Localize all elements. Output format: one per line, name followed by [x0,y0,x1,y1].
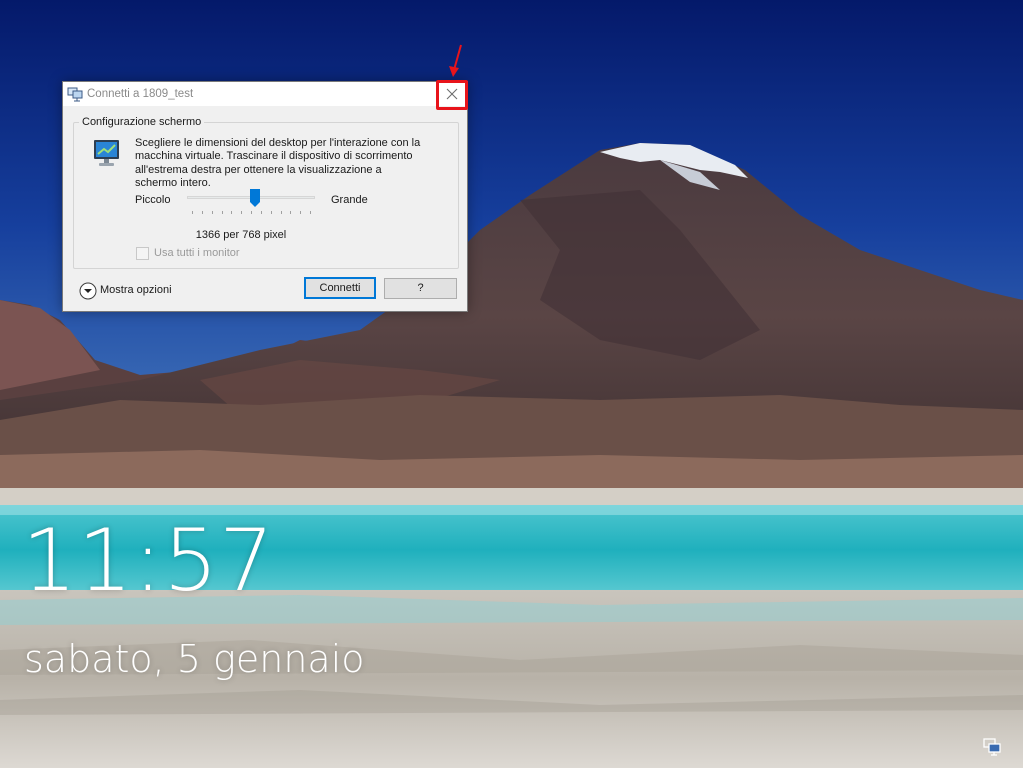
connect-dialog: Connetti a 1809_test Configurazione sche… [62,81,468,312]
use-all-monitors-label: Usa tutti i monitor [154,247,240,259]
group-label: Configurazione schermo [79,116,205,128]
dialog-description: Scegliere le dimensioni del desktop per … [135,137,421,189]
lockscreen-time: 11:57 [22,511,275,611]
close-button[interactable] [439,82,466,106]
network-icon[interactable] [982,738,1002,756]
remote-desktop-icon [67,86,83,102]
dialog-title: Connetti a 1809_test [87,88,194,100]
slider-max-label: Grande [331,194,368,206]
lockscreen-date: sabato, 5 gennaio [24,637,365,681]
display-size-slider[interactable] [187,189,315,215]
dialog-titlebar[interactable]: Connetti a 1809_test [63,82,467,106]
slider-ticks [192,211,311,214]
slider-thumb[interactable] [250,189,260,208]
monitor-icon [92,138,122,170]
checkbox-box[interactable] [136,247,149,260]
connect-button[interactable]: Connetti [304,277,376,299]
slider-min-label: Piccolo [135,194,171,206]
show-options-label: Mostra opzioni [100,284,172,296]
resolution-label: 1366 per 768 pixel [195,229,287,241]
help-button[interactable]: ? [384,278,457,299]
